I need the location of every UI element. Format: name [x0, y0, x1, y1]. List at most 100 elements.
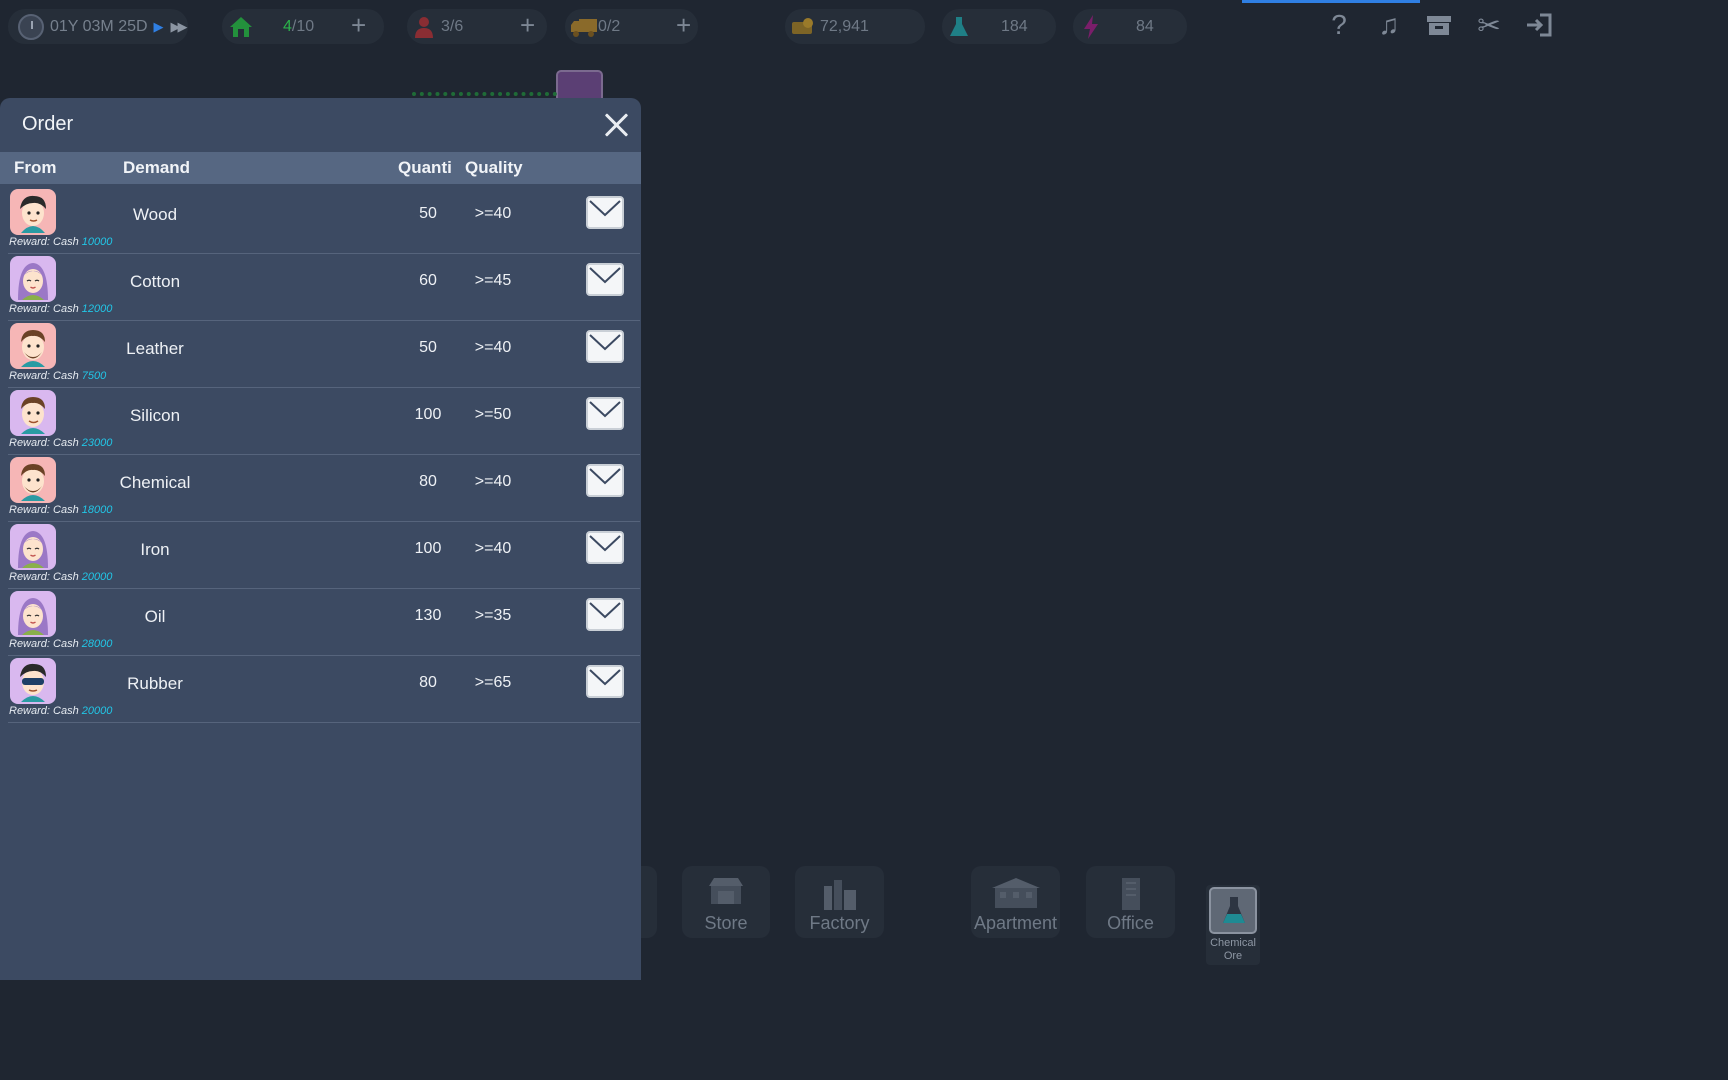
reward-amount: 28000	[81, 638, 113, 650]
order-row: Chemical 80 >=40 Reward: Cash 18000	[8, 454, 640, 522]
demand-quality: >=45	[474, 272, 512, 289]
mail-icon[interactable]	[586, 330, 624, 363]
reward-text: Reward: Cash 12000	[9, 303, 112, 315]
mail-icon[interactable]	[586, 263, 624, 296]
date-display: 01Y 03M 25D ▶ ▶▶	[8, 9, 188, 44]
header-quantity: Quanti	[398, 158, 452, 177]
add-truck-button[interactable]: +	[676, 12, 691, 38]
reward-amount: 12000	[81, 303, 113, 315]
housing-counter: 4/10 +	[222, 9, 384, 44]
order-row: Iron 100 >=40 Reward: Cash 20000	[8, 521, 640, 589]
flask-icon	[1223, 897, 1245, 923]
staff-counter: 3/6 +	[407, 9, 547, 44]
help-icon[interactable]: ?	[1324, 8, 1354, 42]
add-staff-button[interactable]: +	[520, 12, 535, 38]
demand-item: Wood	[132, 205, 178, 224]
reward-prefix: Reward: Cash	[9, 303, 79, 315]
order-row: Leather 50 >=40 Reward: Cash 7500	[8, 320, 640, 388]
truck-icon	[571, 18, 597, 37]
customer-avatar	[10, 658, 56, 704]
demand-quality: >=65	[474, 674, 512, 691]
reward-prefix: Reward: Cash	[9, 370, 79, 382]
mail-icon[interactable]	[586, 598, 624, 631]
demand-quantity: 130	[414, 607, 442, 624]
dialog-title: Order	[22, 113, 74, 135]
chemical-ore-button[interactable]: Chemical Ore	[1206, 885, 1260, 965]
mail-icon[interactable]	[586, 665, 624, 698]
demand-quality: >=40	[474, 339, 512, 356]
build-apartment-button[interactable]: Apartment	[971, 866, 1060, 938]
lightning-icon	[1084, 14, 1098, 39]
truck-counter: 0/2 +	[565, 9, 698, 44]
cash-value: 72,941	[820, 17, 869, 35]
music-icon[interactable]: ♫	[1374, 8, 1404, 42]
housing-total: /10	[291, 17, 315, 35]
demand-item: Leather	[126, 339, 184, 358]
table-header: From Demand Quanti Quality	[0, 152, 641, 184]
worker-icon	[415, 16, 433, 38]
office-label: Office	[1107, 913, 1154, 933]
chemical-ore-tile	[1209, 887, 1257, 934]
exit-icon[interactable]	[1524, 8, 1554, 42]
reward-text: Reward: Cash 18000	[9, 504, 112, 516]
research-display: 184	[942, 9, 1056, 44]
demand-item: Silicon	[129, 406, 181, 425]
demand-quality: >=40	[474, 540, 512, 557]
mail-icon[interactable]	[586, 397, 624, 430]
build-store-button[interactable]: Store	[682, 866, 770, 938]
play-icon[interactable]: ▶	[154, 19, 164, 35]
customer-avatar	[10, 189, 56, 235]
order-dialog: Order From Demand Quanti Quality Wood 50…	[0, 98, 641, 980]
chemical-ore-label: Chemical Ore	[1210, 937, 1256, 962]
demand-quantity: 100	[414, 406, 442, 423]
truck-count: 0/2	[598, 17, 621, 35]
demand-item: Iron	[140, 540, 170, 559]
reward-amount: 23000	[81, 437, 113, 449]
order-row: Silicon 100 >=50 Reward: Cash 23000	[8, 387, 640, 455]
reward-prefix: Reward: Cash	[9, 236, 79, 248]
factory-label: Factory	[809, 913, 870, 933]
demand-quality: >=35	[474, 607, 512, 624]
reward-text: Reward: Cash 20000	[9, 571, 112, 583]
order-row: Wood 50 >=40 Reward: Cash 10000	[8, 186, 640, 254]
reward-text: Reward: Cash 20000	[9, 705, 112, 717]
mail-icon[interactable]	[586, 196, 624, 229]
apartment-icon	[991, 878, 1040, 908]
demand-item: Rubber	[127, 674, 183, 693]
header-from: From	[14, 158, 57, 177]
build-factory-button[interactable]: Factory	[795, 866, 884, 938]
store-label: Store	[704, 913, 748, 933]
reward-prefix: Reward: Cash	[9, 638, 79, 650]
customer-avatar	[10, 323, 56, 369]
add-housing-button[interactable]: +	[351, 12, 366, 38]
reward-amount: 7500	[81, 370, 107, 382]
header-demand: Demand	[123, 158, 191, 177]
housing-current: 4	[283, 17, 292, 35]
customer-avatar	[10, 591, 56, 637]
fast-forward-icon[interactable]: ▶▶	[171, 19, 188, 35]
cash-icon	[792, 17, 813, 34]
demand-quantity: 100	[414, 540, 442, 557]
scissors-icon[interactable]: ✂	[1474, 8, 1504, 42]
customer-avatar	[10, 457, 56, 503]
demand-item: Oil	[144, 607, 166, 626]
mail-icon[interactable]	[586, 464, 624, 497]
reward-amount: 20000	[81, 571, 113, 583]
staff-count: 3/6	[441, 17, 464, 35]
build-office-button[interactable]: Office	[1086, 866, 1175, 938]
research-value: 184	[1001, 17, 1028, 35]
mail-icon[interactable]	[586, 531, 624, 564]
store-icon	[709, 878, 743, 904]
demand-quantity: 80	[419, 674, 437, 691]
order-row: Rubber 80 >=65 Reward: Cash 20000	[8, 655, 640, 723]
close-icon[interactable]	[601, 110, 631, 140]
reward-text: Reward: Cash 23000	[9, 437, 112, 449]
cash-display: 72,941	[785, 9, 925, 44]
storage-icon[interactable]	[1424, 8, 1454, 42]
reward-prefix: Reward: Cash	[9, 437, 79, 449]
demand-quality: >=40	[474, 205, 512, 222]
demand-quantity: 60	[419, 272, 437, 289]
reward-prefix: Reward: Cash	[9, 571, 79, 583]
office-icon	[1121, 878, 1140, 910]
customer-avatar	[10, 256, 56, 302]
